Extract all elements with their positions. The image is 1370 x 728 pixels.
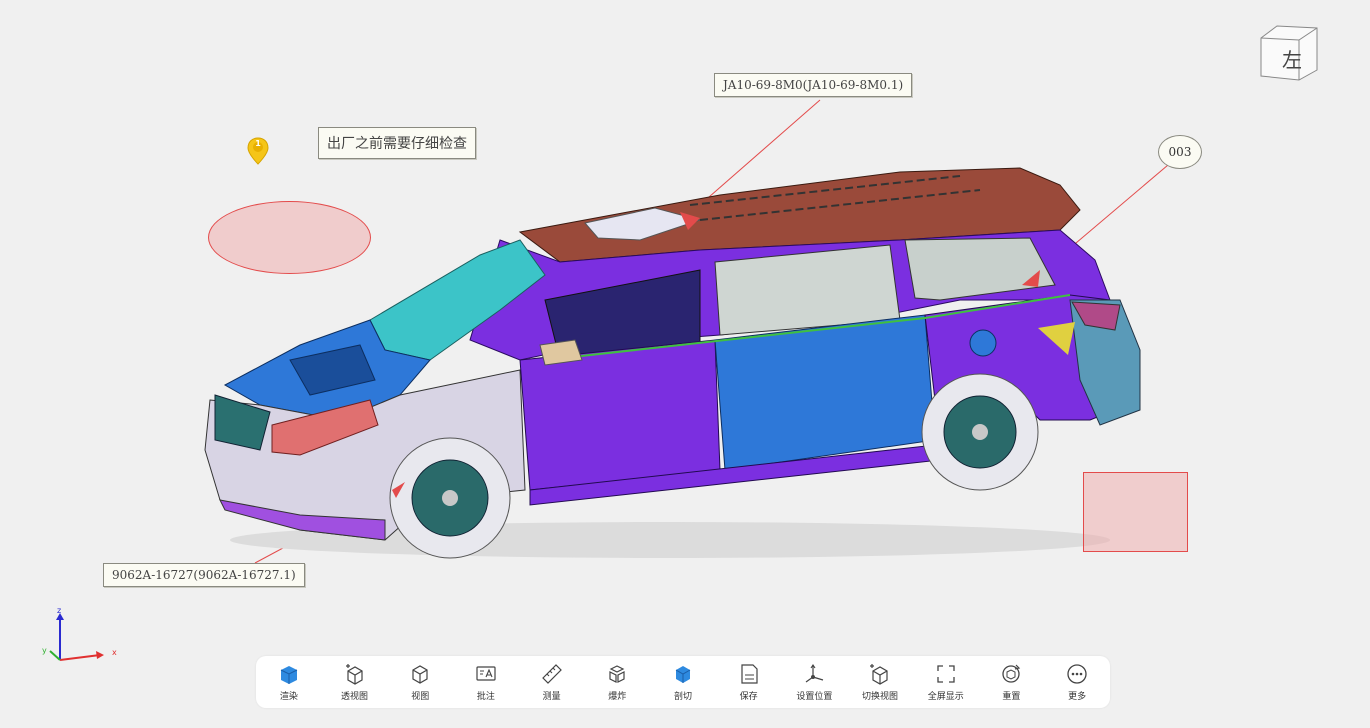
measure-button[interactable]: 测量 — [521, 662, 583, 702]
circle-tag-label[interactable]: 003 — [1158, 135, 1202, 169]
ellipse-markup[interactable] — [208, 201, 371, 274]
bottom-toolbar: 渲染 透视图 视图 批注 测量 爆炸 剖切 保存 设置位置 切换视图 全屏显示 — [256, 656, 1110, 708]
set-position-button[interactable]: 设置位置 — [783, 662, 845, 702]
switch-view-icon — [870, 664, 888, 685]
ruler-icon — [541, 664, 562, 684]
view-icon — [412, 665, 428, 684]
axis-z-label: z — [57, 606, 61, 615]
render-button[interactable]: 渲染 — [258, 662, 320, 702]
annotate-button[interactable]: 批注 — [455, 662, 517, 702]
fullscreen-button[interactable]: 全屏显示 — [915, 662, 977, 702]
explode-button[interactable]: 爆炸 — [586, 662, 648, 702]
section-cut-button[interactable]: 剖切 — [652, 662, 714, 702]
rectangle-markup[interactable] — [1083, 472, 1188, 552]
render-icon — [280, 666, 298, 684]
front-wheel — [389, 437, 511, 559]
view-button[interactable]: 视图 — [389, 662, 451, 702]
perspective-view-icon — [345, 664, 363, 685]
axis-y-label: y — [42, 646, 47, 655]
3d-viewport[interactable]: 1 出厂之前需要仔细检查 JA10-69-8M0(JA10-69-8M0.1) … — [0, 0, 1370, 728]
note-callout[interactable]: 出厂之前需要仔细检查 — [318, 127, 476, 159]
explode-icon — [609, 665, 625, 683]
annotate-icon — [476, 666, 496, 681]
fullscreen-icon — [937, 665, 955, 683]
bumper-part-label[interactable]: 9062A-16727(9062A-16727.1) — [103, 563, 305, 587]
axis-triad-icon: z x y — [42, 606, 117, 661]
perspective-view-button[interactable]: 透视图 — [324, 662, 386, 702]
save-button[interactable]: 保存 — [718, 662, 780, 702]
axis-x-label: x — [112, 648, 117, 657]
set-position-icon — [805, 664, 824, 683]
section-cut-icon — [675, 666, 691, 683]
note-pin-number: 1 — [255, 139, 261, 148]
save-icon — [741, 664, 758, 684]
reset-icon — [1002, 664, 1021, 683]
rear-wheel — [921, 373, 1039, 491]
roof-part-label[interactable]: JA10-69-8M0(JA10-69-8M0.1) — [714, 73, 913, 97]
reset-button[interactable]: 重置 — [980, 662, 1042, 702]
more-icon — [1067, 664, 1087, 684]
switch-view-button[interactable]: 切换视图 — [849, 662, 911, 702]
more-button[interactable]: 更多 — [1046, 662, 1108, 702]
car-model[interactable] — [0, 0, 1370, 728]
view-cube-face-label: 左 — [1282, 48, 1302, 72]
